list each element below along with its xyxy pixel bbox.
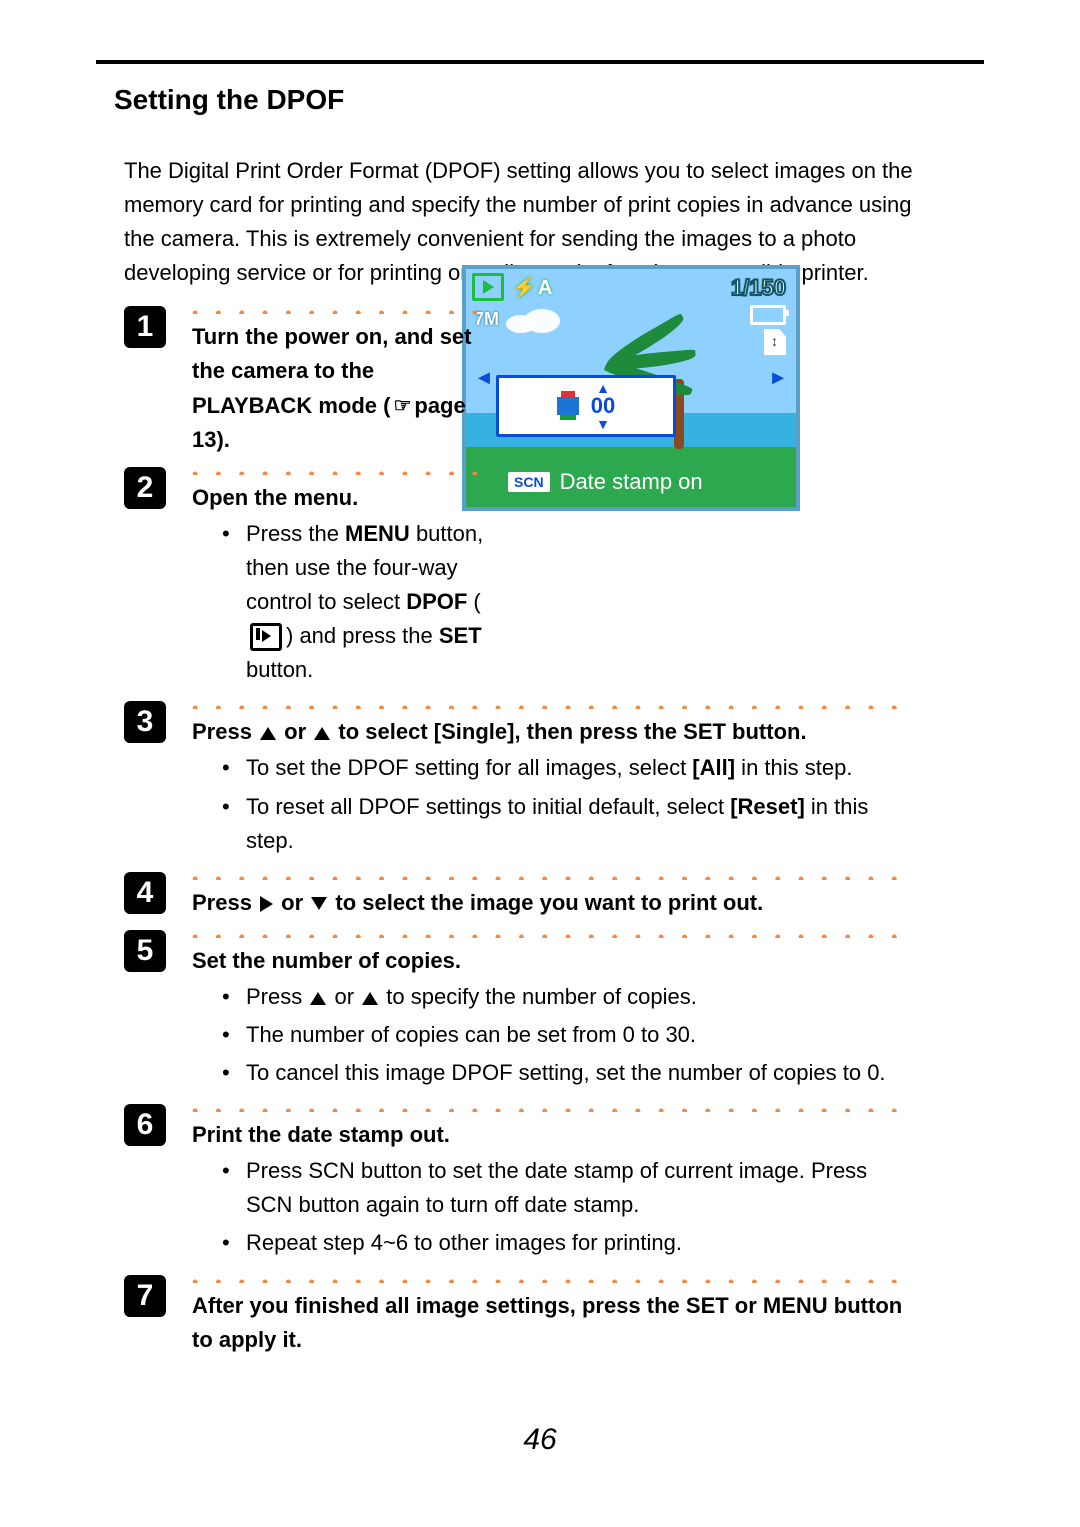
up-triangle-icon <box>362 992 378 1005</box>
step-3: 3 • • • • • • • • • • • • • • • • • • • … <box>124 691 984 861</box>
divider-dots: • • • • • • • • • • • • • • • • • • • • … <box>192 300 492 314</box>
section-title: Setting the DPOF <box>114 84 984 116</box>
step-heading: Press or to select the image you want to… <box>192 886 912 920</box>
step-badge: 3 <box>124 701 166 743</box>
page-ref-icon: ☞ <box>393 391 411 422</box>
horizontal-rule <box>96 60 984 64</box>
step-badge: 5 <box>124 930 166 972</box>
step-badge: 2 <box>124 467 166 509</box>
up-triangle-icon <box>260 727 276 740</box>
up-triangle-icon <box>310 992 326 1005</box>
divider-dots: • • • • • • • • • • • • • • • • • • • • … <box>192 461 492 475</box>
step-heading: Set the number of copies. <box>192 944 912 978</box>
right-triangle-icon <box>260 896 273 912</box>
step-heading: Print the date stamp out. <box>192 1118 912 1152</box>
down-triangle-icon <box>311 897 327 910</box>
divider-dots: • • • • • • • • • • • • • • • • • • • • … <box>192 924 912 938</box>
step-bullet: To set the DPOF setting for all images, … <box>222 751 912 785</box>
divider-dots: • • • • • • • • • • • • • • • • • • • • … <box>192 1269 912 1283</box>
step-bullet: To reset all DPOF settings to initial de… <box>222 790 912 858</box>
step-5: 5 • • • • • • • • • • • • • • • • • • • … <box>124 920 984 1094</box>
step-6: 6 • • • • • • • • • • • • • • • • • • • … <box>124 1094 984 1264</box>
step-heading: After you finished all image settings, p… <box>192 1289 912 1357</box>
step-bullet: Press SCN button to set the date stamp o… <box>222 1154 912 1222</box>
step-7: 7 • • • • • • • • • • • • • • • • • • • … <box>124 1265 984 1357</box>
step-bullet: The number of copies can be set from 0 t… <box>222 1018 912 1052</box>
step-heading: Open the menu. <box>192 481 492 515</box>
divider-dots: • • • • • • • • • • • • • • • • • • • • … <box>192 866 912 880</box>
step-badge: 1 <box>124 306 166 348</box>
up-triangle-icon <box>314 727 330 740</box>
step-bullet: Press or to specify the number of copies… <box>222 980 912 1014</box>
step-heading: Turn the power on, and set the camera to… <box>192 320 492 456</box>
step-badge: 4 <box>124 872 166 914</box>
step-badge: 6 <box>124 1104 166 1146</box>
step-heading: Press or to select [Single], then press … <box>192 715 912 749</box>
dpof-icon <box>250 623 282 651</box>
step-4: 4 • • • • • • • • • • • • • • • • • • • … <box>124 862 984 920</box>
step-bullet: Press the MENU button, then use the four… <box>222 517 492 687</box>
step-2: 2 • • • • • • • • • • • • • • • • • • • … <box>124 457 984 692</box>
divider-dots: • • • • • • • • • • • • • • • • • • • • … <box>192 1098 912 1112</box>
step-bullet: Repeat step 4~6 to other images for prin… <box>222 1226 912 1260</box>
step-bullet: To cancel this image DPOF setting, set t… <box>222 1056 912 1090</box>
step-1: 1 • • • • • • • • • • • • • • • • • • • … <box>124 296 984 456</box>
divider-dots: • • • • • • • • • • • • • • • • • • • • … <box>192 695 912 709</box>
page-number: 46 <box>0 1423 1080 1457</box>
step-badge: 7 <box>124 1275 166 1317</box>
